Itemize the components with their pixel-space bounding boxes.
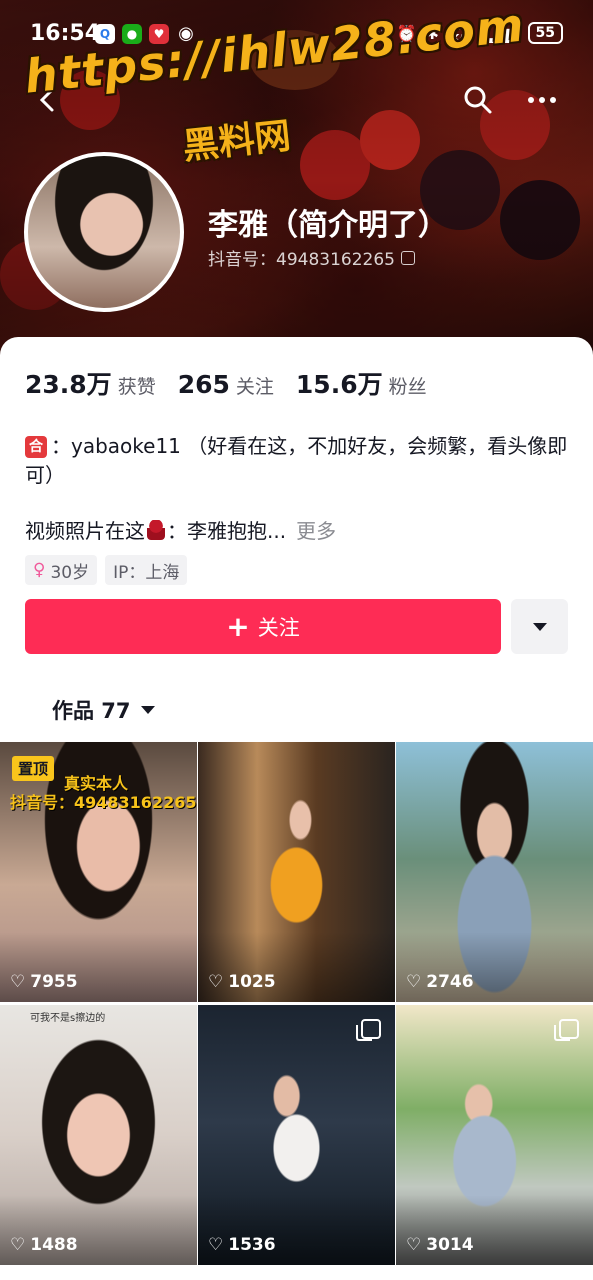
video-likes-count: 1488 xyxy=(30,1235,78,1255)
video-tile[interactable]: ♡ 1025 xyxy=(198,742,395,1002)
profile-name: 李雅（简介明了） xyxy=(208,208,448,243)
bio-more-link[interactable]: 更多 xyxy=(296,515,336,544)
video-likes: ♡ 2746 xyxy=(406,972,474,992)
pinned-badge: 置顶 xyxy=(12,756,55,781)
bio-line-1: 合：yabaoke11 （好看在这，不加好友，会频繁，看头像即可） xyxy=(25,432,570,490)
stat-likes[interactable]: 23.8万 获赞 xyxy=(25,365,156,401)
multi-image-icon xyxy=(356,1019,381,1041)
avatar[interactable] xyxy=(24,152,184,312)
video-likes: ♡ 1025 xyxy=(208,972,276,992)
stats-row: 23.8万 获赞 265 关注 15.6万 粉丝 xyxy=(25,365,427,401)
bio-line-1-text: ：yabaoke11 （好看在这，不加好友，会频繁，看头像即可） xyxy=(25,434,568,487)
video-caption: 抖音号：49483162265 xyxy=(10,793,197,812)
red-badge-icon: 合 xyxy=(25,436,47,458)
bio-line-2[interactable]: 视频照片在这 ：李雅抱抱... 更多 xyxy=(25,515,336,544)
heart-outline-icon: ♡ xyxy=(406,972,422,992)
heart-outline-icon: ♡ xyxy=(10,1235,26,1255)
stat-likes-value: 23.8万 xyxy=(25,370,112,399)
heart-outline-icon: ♡ xyxy=(10,972,26,992)
video-likes: ♡ 1536 xyxy=(208,1235,276,1255)
multi-image-icon xyxy=(554,1019,579,1041)
video-likes-count: 3014 xyxy=(426,1235,474,1255)
battery-indicator: 55 xyxy=(527,22,563,44)
female-icon: ♀ xyxy=(33,560,46,580)
more-dot-icon xyxy=(550,97,556,103)
bio-line-2-prefix: 视频照片在这 xyxy=(25,519,145,543)
stat-following[interactable]: 265 关注 xyxy=(178,370,274,399)
profile-tags: ♀ 30岁 IP：上海 xyxy=(25,555,188,585)
heart-outline-icon: ♡ xyxy=(208,1235,224,1255)
video-tile[interactable]: 置顶 真实本人 抖音号：49483162265 ♡ 7955 xyxy=(0,742,197,1002)
heart-outline-icon: ♡ xyxy=(406,1235,422,1255)
search-button[interactable] xyxy=(462,84,494,116)
ip-tag-text: IP：上海 xyxy=(113,562,180,583)
video-likes-count: 7955 xyxy=(30,972,78,992)
video-grid: 置顶 真实本人 抖音号：49483162265 ♡ 7955 ♡ 1025 ♡ 274… xyxy=(0,742,593,1265)
douyin-id[interactable]: 抖音号：49483162265 xyxy=(208,245,415,270)
video-likes-count: 1025 xyxy=(228,972,276,992)
plus-icon: + xyxy=(226,609,250,643)
video-likes: ♡ 3014 xyxy=(406,1235,474,1255)
bio-line-2-suffix: ：李雅抱抱... xyxy=(167,519,287,543)
stat-following-label: 关注 xyxy=(235,376,274,398)
follow-button[interactable]: + 关注 xyxy=(25,599,501,654)
copy-icon[interactable] xyxy=(400,250,415,265)
video-likes-count: 1536 xyxy=(228,1235,276,1255)
age-tag-text: 30岁 xyxy=(50,562,90,583)
tab-works[interactable]: 作品 77 xyxy=(52,695,155,725)
douyin-id-text: 抖音号：49483162265 xyxy=(208,250,395,270)
more-button[interactable] xyxy=(528,88,562,112)
stat-followers-value: 15.6万 xyxy=(295,370,383,399)
video-likes-count: 2746 xyxy=(426,972,474,992)
caret-down-icon xyxy=(532,622,547,631)
ip-tag: IP：上海 xyxy=(105,555,188,585)
heart-outline-icon: ♡ xyxy=(208,972,224,992)
more-dot-icon xyxy=(528,97,534,103)
video-tile[interactable]: 可我不是s擦边的 ♡ 1488 xyxy=(0,1005,197,1265)
video-likes: ♡ 7955 xyxy=(10,972,78,992)
video-tile[interactable]: ♡ 3014 xyxy=(396,1005,593,1265)
stat-followers-label: 粉丝 xyxy=(388,376,427,398)
profile-screen: 16:54 Q ● ♥ ◉ Ⓝ ⏰ ✱ 38.6 K/s ▂▄▆ 55 http… xyxy=(0,0,593,1280)
search-icon xyxy=(464,86,492,114)
stat-followers[interactable]: 15.6万 粉丝 xyxy=(296,365,427,401)
video-likes: ♡ 1488 xyxy=(10,1235,78,1255)
follow-button-label: 关注 xyxy=(257,615,300,640)
more-dot-icon xyxy=(539,97,545,103)
ribbon-icon xyxy=(147,519,165,540)
follow-dropdown-button[interactable] xyxy=(511,599,568,654)
tab-works-label: 作品 77 xyxy=(52,699,131,723)
video-tile[interactable]: ♡ 2746 xyxy=(396,742,593,1002)
age-tag: ♀ 30岁 xyxy=(25,555,98,585)
video-tile[interactable]: ♡ 1536 xyxy=(198,1005,395,1265)
stat-following-value: 265 xyxy=(177,370,230,399)
video-caption: 可我不是s擦边的 xyxy=(30,1013,106,1024)
profile-card: 23.8万 获赞 265 关注 15.6万 粉丝 合：yabaoke11 （好看在这，… xyxy=(0,337,593,1280)
caret-down-icon xyxy=(140,706,155,714)
stat-likes-label: 获赞 xyxy=(117,376,156,398)
